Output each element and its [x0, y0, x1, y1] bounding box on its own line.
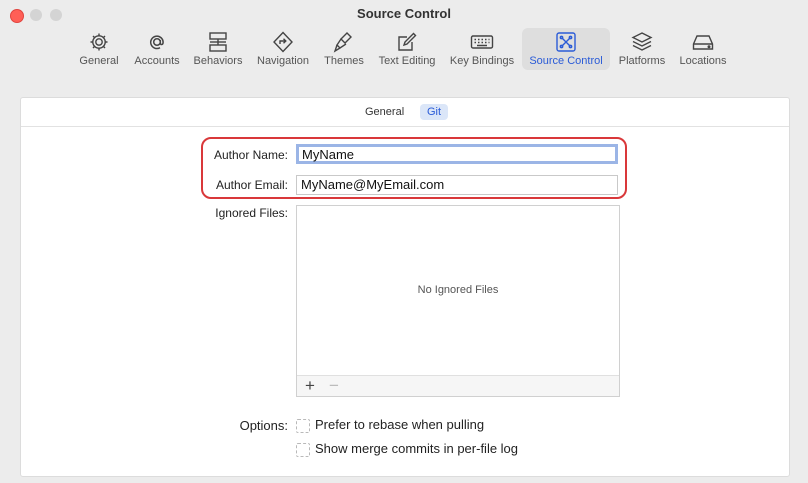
merge-commits-option-label[interactable]: Show merge commits in per-file log	[315, 441, 518, 456]
options-label: Options:	[239, 418, 288, 433]
toolbar-item-key-bindings[interactable]: Key Bindings	[447, 28, 517, 70]
author-email-field[interactable]: MyName@MyEmail.com	[296, 175, 618, 195]
toolbar-item-source-control[interactable]: Source Control	[522, 28, 610, 70]
keyboard-icon	[470, 35, 494, 49]
rebase-option-label[interactable]: Prefer to rebase when pulling	[315, 417, 484, 432]
gear-icon	[90, 33, 108, 51]
remove-ignored-file-button[interactable]: −	[329, 376, 339, 395]
toolbar-item-label: Source Control	[529, 55, 603, 67]
ignored-files-toolbar: + −	[297, 375, 619, 396]
rebase-checkbox[interactable]	[296, 419, 310, 433]
toolbar-item-navigation[interactable]: Navigation	[253, 28, 313, 70]
toolbar-item-general[interactable]: General	[77, 28, 121, 70]
toolbar-item-label: Locations	[679, 55, 727, 67]
subtab-bar: General Git	[21, 98, 789, 127]
preferences-toolbar: General Accounts Behaviors Navigation Th…	[0, 28, 808, 72]
tab-git[interactable]: Git	[420, 104, 449, 120]
tab-general[interactable]: General	[358, 104, 411, 120]
drive-icon	[692, 35, 714, 50]
source-control-icon	[556, 32, 576, 52]
preferences-window: Source Control General Accounts Behavior…	[0, 0, 808, 483]
toolbar-item-themes[interactable]: Themes	[321, 28, 367, 70]
author-name-field[interactable]: MyName	[296, 144, 618, 164]
add-ignored-file-button[interactable]: +	[305, 376, 315, 395]
at-icon	[150, 35, 164, 50]
edit-icon	[398, 32, 417, 51]
toolbar-item-label: Text Editing	[378, 55, 436, 67]
author-name-label: Author Name:	[213, 148, 288, 162]
navigation-icon	[273, 31, 293, 53]
author-email-label: Author Email:	[215, 178, 288, 192]
toolbar-item-platforms[interactable]: Platforms	[614, 28, 670, 70]
toolbar-item-label: Navigation	[257, 55, 309, 67]
toolbar-item-label: Accounts	[134, 55, 180, 67]
toolbar-item-label: Themes	[324, 55, 364, 67]
toolbar-item-label: Behaviors	[193, 55, 243, 67]
toolbar-item-accounts[interactable]: Accounts	[131, 28, 183, 70]
toolbar-item-label: Platforms	[618, 55, 666, 67]
brush-icon	[333, 32, 352, 53]
title-bar: Source Control	[0, 0, 808, 28]
toolbar-item-behaviors[interactable]: Behaviors	[190, 28, 246, 70]
toolbar-item-label: General	[79, 55, 119, 67]
toolbar-item-text-editing[interactable]: Text Editing	[375, 28, 439, 70]
window-title: Source Control	[357, 6, 451, 21]
ignored-files-empty-text: No Ignored Files	[417, 284, 499, 296]
stack-icon	[631, 32, 653, 51]
ignored-files-label: Ignored Files:	[215, 206, 288, 220]
ignored-files-list[interactable]: No Ignored Files + −	[296, 205, 620, 397]
behaviors-icon	[209, 32, 227, 52]
toolbar-item-label: Key Bindings	[449, 55, 515, 67]
merge-commits-checkbox[interactable]	[296, 443, 310, 457]
toolbar-item-locations[interactable]: Locations	[676, 28, 730, 70]
